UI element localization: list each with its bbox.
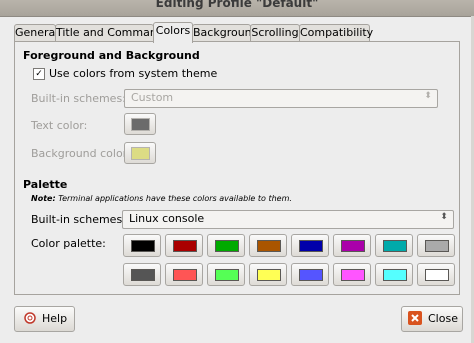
background-color-label: Background color: (31, 147, 131, 160)
background-color-swatch (131, 147, 150, 160)
background-color-button (124, 142, 156, 164)
tab-colors[interactable]: Colors (153, 22, 193, 43)
palette-color-button-2[interactable] (165, 234, 203, 257)
tab-scrolling[interactable]: Scrolling (250, 24, 300, 41)
help-button[interactable]: Help (14, 306, 75, 332)
tab-title-and-command[interactable]: Title and Command (55, 24, 164, 41)
combo-arrows-icon: ⬍ (440, 212, 448, 222)
builtin-schemes-value: Custom (131, 91, 174, 104)
palette-builtin-schemes-value: Linux console (129, 212, 205, 225)
palette-color-button-16[interactable] (417, 263, 455, 286)
tab-compatibility[interactable]: Compatibility (299, 24, 373, 41)
palette-color-button-10[interactable] (165, 263, 203, 286)
palette-color-button-4[interactable] (249, 234, 287, 257)
help-button-label: Help (42, 312, 68, 325)
palette-color-swatch (257, 240, 281, 252)
palette-color-swatch (215, 269, 239, 281)
palette-color-button-13[interactable] (291, 263, 329, 286)
use-system-theme-checkbox[interactable]: ✓ (33, 68, 45, 80)
palette-color-swatch (299, 240, 323, 252)
text-color-button (124, 113, 156, 135)
close-button[interactable]: Close (401, 306, 463, 332)
palette-color-button-12[interactable] (249, 263, 287, 286)
palette-color-swatch (425, 269, 449, 281)
tab-general[interactable]: General (14, 24, 58, 41)
text-color-label: Text color: (31, 119, 88, 132)
close-button-label: Close (428, 312, 458, 325)
palette-color-button-3[interactable] (207, 234, 245, 257)
palette-color-swatch (341, 269, 365, 281)
help-lifebuoy-icon (24, 312, 36, 324)
combo-arrows-icon: ⬍ (424, 91, 432, 101)
close-icon (408, 311, 422, 325)
palette-color-button-8[interactable] (417, 234, 455, 257)
palette-builtin-schemes-label: Built-in schemes: (31, 213, 126, 226)
palette-color-swatch (131, 269, 155, 281)
palette-color-swatch (173, 269, 197, 281)
builtin-schemes-label-disabled: Built-in schemes: (31, 92, 126, 105)
palette-builtin-schemes-combo[interactable]: Linux console ⬍ (122, 210, 454, 229)
palette-note-prefix: Note: (31, 194, 56, 203)
palette-color-swatch (131, 240, 155, 252)
palette-color-swatch (425, 240, 449, 252)
palette-color-swatch (383, 269, 407, 281)
builtin-schemes-combo-disabled: Custom ⬍ (124, 89, 438, 108)
palette-heading: Palette (23, 178, 68, 191)
window-title: Editing Profile "Default" (155, 0, 319, 10)
palette-color-swatch (299, 269, 323, 281)
palette-color-button-9[interactable] (123, 263, 161, 286)
palette-color-swatch (341, 240, 365, 252)
palette-color-swatch (173, 240, 197, 252)
palette-color-button-15[interactable] (375, 263, 413, 286)
palette-note-text: Terminal applications have these colors … (58, 194, 292, 203)
palette-note: Note: Terminal applications have these c… (31, 194, 292, 203)
use-system-theme-label: Use colors from system theme (49, 67, 218, 80)
foreground-background-heading: Foreground and Background (23, 49, 200, 62)
palette-color-button-5[interactable] (291, 234, 329, 257)
palette-color-button-6[interactable] (333, 234, 371, 257)
color-palette-label: Color palette: (31, 237, 106, 250)
colors-tab-panel: Foreground and Background ✓ Use colors f… (14, 41, 460, 295)
palette-color-swatch (257, 269, 281, 281)
palette-color-button-7[interactable] (375, 234, 413, 257)
palette-color-swatch (383, 240, 407, 252)
palette-color-button-1[interactable] (123, 234, 161, 257)
palette-color-button-11[interactable] (207, 263, 245, 286)
text-color-swatch (131, 118, 150, 131)
window-titlebar: Editing Profile "Default" (0, 0, 474, 17)
palette-color-button-14[interactable] (333, 263, 371, 286)
palette-color-swatch (215, 240, 239, 252)
tab-background[interactable]: Background (192, 24, 259, 41)
